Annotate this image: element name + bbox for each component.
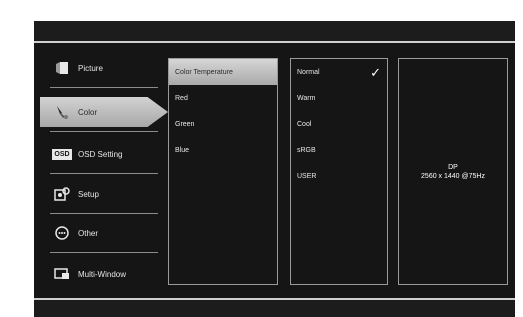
menu-label-multi-window: Multi-Window — [78, 269, 127, 279]
menu-separator — [50, 131, 158, 132]
menu-item-other[interactable]: Other — [40, 214, 166, 253]
menu-item-setup[interactable]: Setup — [40, 175, 166, 214]
menu-separator — [50, 252, 158, 253]
menu-label-setup: Setup — [78, 189, 99, 199]
submenu-item-red[interactable]: Red — [169, 85, 277, 111]
multi-window-icon — [52, 264, 72, 284]
check-icon: ✓ — [370, 64, 381, 80]
top-divider — [34, 41, 515, 43]
menu-label-other: Other — [78, 228, 99, 238]
input-source-label: DP — [448, 163, 458, 171]
option-normal[interactable]: Normal ✓ — [291, 59, 387, 85]
color-icon — [52, 102, 72, 122]
input-info-panel: DP 2560 x 1440 @75Hz — [398, 58, 508, 285]
menu-item-picture[interactable]: Picture — [40, 49, 166, 88]
color-temperature-options-panel: Normal ✓ Warm Cool sRGB USER — [290, 58, 388, 285]
other-icon — [52, 223, 72, 243]
menu-separator — [50, 87, 158, 88]
submenu-item-color-temperature[interactable]: Color Temperature — [169, 59, 277, 85]
option-srgb[interactable]: sRGB — [291, 137, 387, 163]
osd-icon-text: OSD — [52, 148, 72, 160]
option-user[interactable]: USER — [291, 163, 387, 189]
picture-icon — [52, 58, 72, 78]
submenu-item-blue[interactable]: Blue — [169, 137, 277, 163]
option-warm[interactable]: Warm — [291, 85, 387, 111]
option-cool-label: Cool — [297, 120, 312, 128]
menu-item-color[interactable]: Color — [40, 93, 168, 132]
menu-label-color: Color — [78, 107, 98, 117]
menu-item-multi-window[interactable]: Multi-Window — [40, 255, 166, 293]
option-user-label: USER — [297, 172, 317, 180]
option-srgb-label: sRGB — [297, 146, 316, 154]
menu-label-picture: Picture — [78, 63, 103, 73]
resolution-label: 2560 x 1440 @75Hz — [421, 172, 485, 180]
osd-icon: OSD — [52, 144, 72, 164]
option-warm-label: Warm — [297, 94, 316, 102]
menu-label-osd-setting: OSD Setting — [78, 149, 123, 159]
top-band — [34, 21, 515, 41]
color-submenu-panel: Color Temperature Red Green Blue — [168, 58, 278, 285]
option-cool[interactable]: Cool — [291, 111, 387, 137]
option-normal-label: Normal — [297, 68, 320, 76]
bottom-band — [34, 300, 515, 317]
submenu-item-green[interactable]: Green — [169, 111, 277, 137]
menu-separator — [50, 173, 158, 174]
menu-item-osd-setting[interactable]: OSD OSD Setting — [40, 135, 166, 174]
osd-window: Picture Color OSD OSD Setting Setup Othe… — [34, 21, 515, 317]
setup-icon — [52, 184, 72, 204]
